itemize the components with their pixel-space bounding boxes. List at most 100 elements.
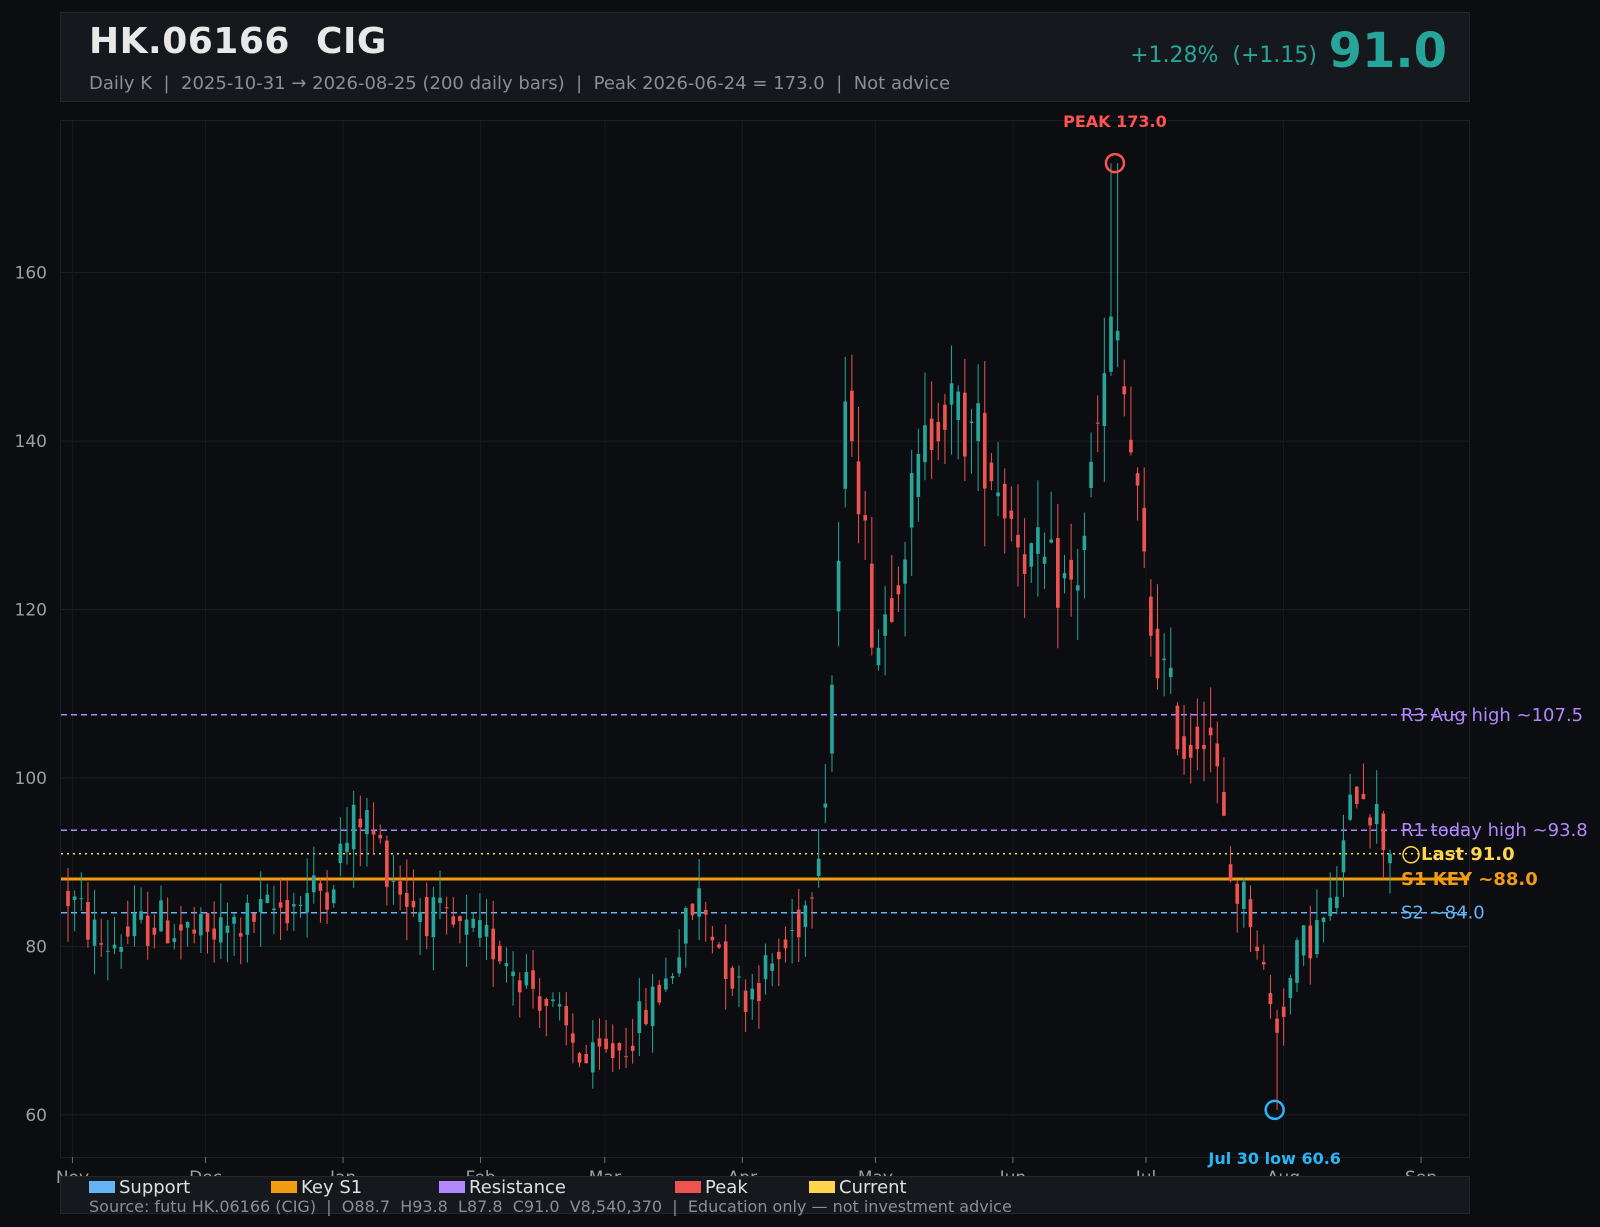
candle-body [610, 1043, 615, 1059]
candle-body [803, 905, 808, 928]
candle-body [1022, 554, 1027, 574]
candle-body [863, 515, 868, 521]
legend-label: Resistance [469, 1176, 566, 1198]
y-tick-label: 100 [15, 769, 47, 789]
legend-swatch [439, 1181, 465, 1193]
grid-lines [61, 121, 1469, 1157]
candle-body [385, 840, 389, 887]
candle-body [478, 920, 482, 938]
candle-body [1381, 813, 1386, 850]
legend-item-current: Current [809, 1177, 929, 1198]
candle-body [1102, 373, 1107, 427]
candle-body [1261, 961, 1266, 965]
y-tick-label: 140 [15, 432, 47, 452]
candle-body [524, 972, 529, 986]
candle-body [644, 1009, 648, 1025]
candle-body [557, 1004, 562, 1007]
level-label: S1 KEY ~88.0 [1401, 869, 1538, 890]
candle-body [1288, 978, 1293, 998]
y-tick-label: 60 [25, 1106, 47, 1126]
candle-body [551, 999, 555, 1002]
candle-body [411, 900, 416, 908]
candle-body [989, 462, 994, 482]
candle-body [1242, 881, 1246, 909]
candle-body [1135, 473, 1140, 486]
candle-body [657, 984, 662, 1003]
candle-body [564, 1006, 569, 1026]
candle-body [418, 912, 422, 922]
candle-body [1029, 543, 1034, 567]
legend-label: Peak [705, 1176, 748, 1198]
candle-body [517, 980, 522, 993]
candle-body [1295, 940, 1299, 983]
candle-body [438, 897, 442, 903]
level-label: S2 ~84.0 [1401, 903, 1485, 924]
candle-body [205, 913, 210, 932]
candle-body [92, 919, 97, 946]
candle-body [106, 950, 110, 952]
legend-label: Key S1 [301, 1176, 363, 1198]
legend-label: Support [119, 1176, 191, 1198]
candle-body [285, 900, 290, 924]
candle-body [451, 916, 456, 925]
legend-swatch [89, 1181, 115, 1193]
candle-body [929, 418, 934, 451]
candle-body [1168, 667, 1173, 678]
candle-body [179, 924, 183, 931]
candle-body [816, 858, 821, 877]
candle-body [1122, 386, 1127, 395]
candle-body [292, 904, 296, 907]
y-tick-label: 120 [15, 601, 47, 621]
candle-body [371, 830, 376, 835]
candle-body [272, 908, 276, 911]
candle-body [723, 941, 728, 979]
candle-body [1149, 596, 1153, 636]
low-marker-icon [1264, 1099, 1285, 1121]
candle-body [1255, 946, 1259, 952]
candle-body [345, 842, 349, 853]
candle-body [604, 1038, 608, 1050]
candle-body [1109, 316, 1113, 372]
chart-footer: Support Key S1 Resistance Peak Current Sourc… [60, 1176, 1470, 1216]
candle-body [185, 921, 190, 928]
candle-body [796, 909, 801, 938]
candle-body [1002, 483, 1007, 519]
candle-body [86, 902, 90, 940]
candle-body [1341, 840, 1346, 873]
candle-body [1368, 817, 1372, 826]
candle-body [318, 883, 323, 891]
candle-body [424, 897, 429, 937]
candle-body [982, 412, 987, 489]
candle-body [1036, 527, 1040, 554]
candle-body [1308, 925, 1313, 959]
low-label: Jul 30 low 60.6 [1207, 1149, 1341, 1168]
candle-body [703, 909, 708, 915]
candle-body [1115, 330, 1120, 341]
candle-body [1089, 461, 1093, 488]
candle-body [923, 425, 927, 463]
candle-body [889, 598, 894, 622]
candle-body [883, 614, 887, 636]
candle-body [398, 881, 402, 895]
candle-body [664, 978, 668, 990]
chart-legend: Support Key S1 Resistance Peak Current [89, 1176, 929, 1198]
y-tick-label: 80 [25, 937, 47, 957]
candle-body [1182, 736, 1186, 759]
candle-body [1049, 539, 1054, 543]
legend-item-resistance: Resistance [439, 1176, 675, 1198]
candle-body [790, 930, 794, 932]
candle-body [1129, 439, 1133, 453]
candle-body [1222, 791, 1226, 816]
candle-body [810, 897, 814, 899]
candle-body [497, 945, 502, 962]
candle-body [710, 936, 715, 941]
candle-body [684, 908, 688, 944]
candle-body [238, 933, 243, 937]
level-label: R3 Aug high ~107.5 [1401, 705, 1583, 726]
candle-body [192, 929, 197, 934]
candle-body [99, 943, 104, 945]
candle-body [444, 907, 449, 909]
candle-body [458, 916, 462, 922]
legend-swatch [675, 1181, 701, 1193]
candle-body [218, 917, 223, 943]
